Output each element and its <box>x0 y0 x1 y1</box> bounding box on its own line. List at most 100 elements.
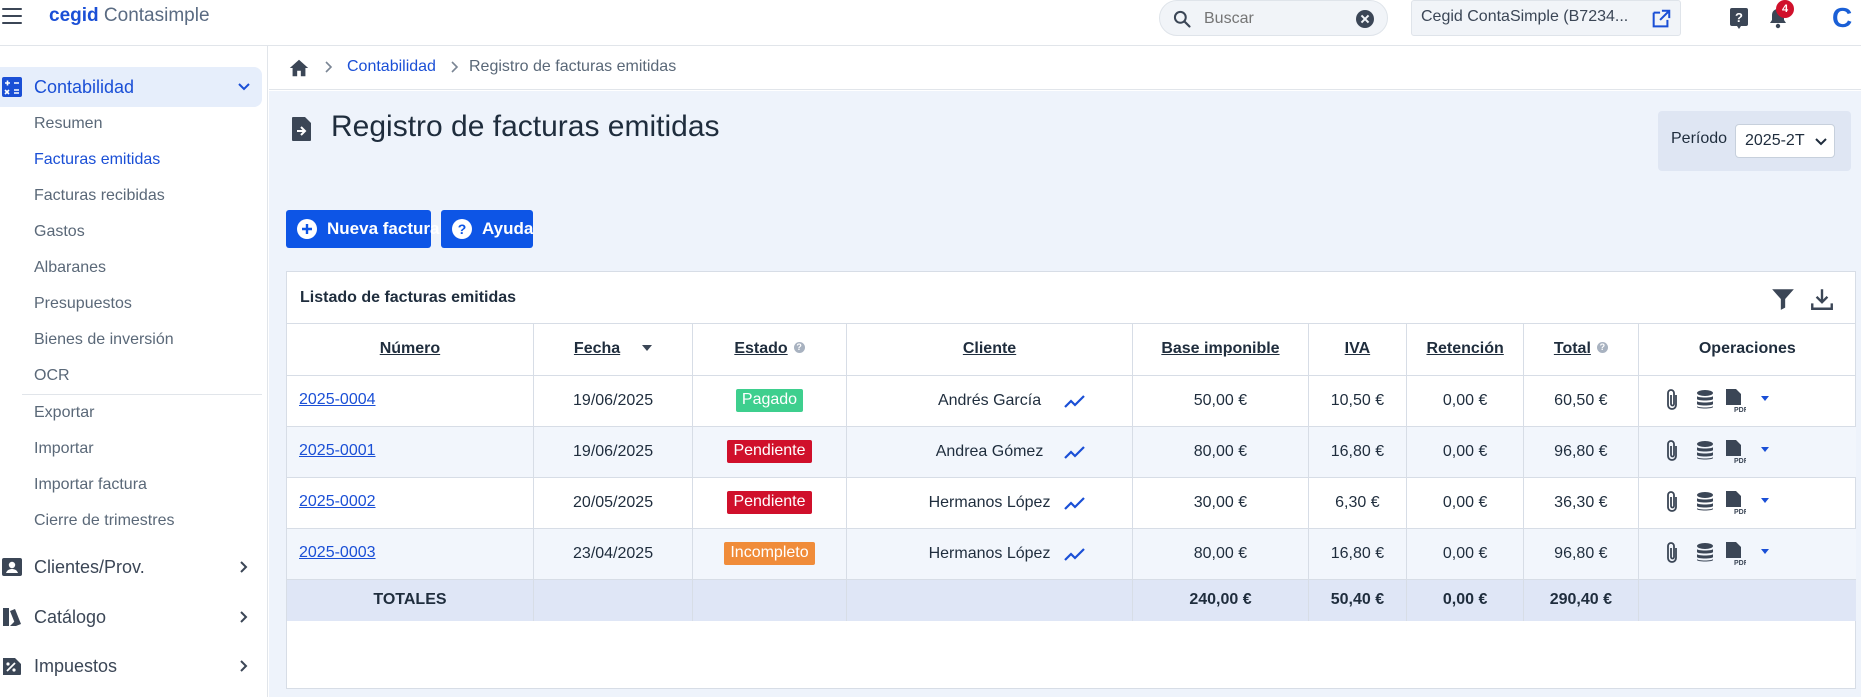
header-operaciones: Operaciones <box>1638 324 1856 376</box>
invoice-number-link[interactable]: 2025-0001 <box>299 442 376 460</box>
pdf-icon[interactable]: PDF <box>1724 490 1746 516</box>
sidebar-item-bienes-inversion[interactable]: Bienes de inversión <box>34 331 174 349</box>
help-button[interactable]: ? Ayuda <box>441 210 533 248</box>
invoice-number-link[interactable]: 2025-0002 <box>299 493 376 511</box>
sidebar-divider <box>22 394 262 395</box>
header-total[interactable]: Total? <box>1523 324 1639 376</box>
app-switcher-icon[interactable]: C <box>1832 2 1852 34</box>
totals-total: 290,40 € <box>1523 579 1639 621</box>
search-input[interactable] <box>1204 8 1344 30</box>
cell-total: 60,50 € <box>1523 375 1639 427</box>
header-retencion[interactable]: Retención <box>1406 324 1525 376</box>
sidebar-section-contabilidad[interactable]: Contabilidad <box>0 67 262 107</box>
sidebar-item-ocr[interactable]: OCR <box>34 367 70 385</box>
periodo-select[interactable]: 2025-2T <box>1735 124 1835 158</box>
periodo-filter: Período 2025-2T <box>1658 111 1851 171</box>
cell-iva: 16,80 € <box>1308 426 1408 478</box>
trend-chart-icon[interactable] <box>1063 392 1086 410</box>
database-icon[interactable] <box>1693 490 1717 514</box>
sidebar-item-facturas-emitidas[interactable]: Facturas emitidas <box>34 151 160 169</box>
cell-numero: 2025-0004 <box>287 375 534 427</box>
header-fecha[interactable]: Fecha <box>533 324 694 376</box>
info-icon[interactable]: ? <box>793 342 805 354</box>
sidebar-item-resumen[interactable]: Resumen <box>34 115 102 133</box>
breadcrumb: Contabilidad Registro de facturas emitid… <box>269 46 1861 90</box>
attachment-icon[interactable] <box>1664 388 1680 412</box>
invoice-number-link[interactable]: 2025-0004 <box>299 391 376 409</box>
cell-retencion: 0,00 € <box>1406 375 1525 427</box>
status-badge: Incompleto <box>724 542 815 565</box>
trend-chart-icon[interactable] <box>1063 443 1086 461</box>
svg-text:PDF: PDF <box>1734 407 1746 414</box>
cell-fecha: 19/06/2025 <box>533 426 694 478</box>
pdf-icon[interactable]: PDF <box>1724 388 1746 414</box>
caret-down-icon[interactable] <box>1760 446 1770 454</box>
sidebar-item-albaranes[interactable]: Albaranes <box>34 259 106 277</box>
cell-iva: 6,30 € <box>1308 477 1408 529</box>
header-numero[interactable]: Número <box>287 324 534 376</box>
help-icon[interactable]: ? <box>1727 6 1751 30</box>
pdf-icon[interactable]: PDF <box>1724 439 1746 465</box>
attachment-icon[interactable] <box>1664 541 1680 565</box>
attachment-icon[interactable] <box>1664 439 1680 463</box>
database-icon[interactable] <box>1693 439 1717 463</box>
cell-total: 36,30 € <box>1523 477 1639 529</box>
chevron-down-icon <box>1815 138 1827 146</box>
header-iva[interactable]: IVA <box>1308 324 1408 376</box>
sidebar-item-importar-factura[interactable]: Importar factura <box>34 476 147 494</box>
sidebar-item-exportar[interactable]: Exportar <box>34 404 94 422</box>
trend-chart-icon[interactable] <box>1063 545 1086 563</box>
question-circle-icon: ? <box>452 219 472 239</box>
header-cliente[interactable]: Cliente <box>846 324 1134 376</box>
search-box <box>1159 0 1388 36</box>
sidebar-section-clientes[interactable]: Clientes/Prov. <box>0 547 262 587</box>
chevron-right-icon <box>325 61 333 73</box>
database-icon[interactable] <box>1693 541 1717 565</box>
chevron-down-icon <box>238 83 250 91</box>
cell-fecha: 19/06/2025 <box>533 375 694 427</box>
sidebar-item-cierre-trimestres[interactable]: Cierre de trimestres <box>34 512 174 530</box>
clear-search-icon[interactable] <box>1356 10 1374 28</box>
cell-numero: 2025-0003 <box>287 528 534 580</box>
caret-down-icon[interactable] <box>1760 497 1770 505</box>
sidebar-item-importar[interactable]: Importar <box>34 440 94 458</box>
catalog-icon <box>3 608 21 626</box>
sidebar-item-gastos[interactable]: Gastos <box>34 223 85 241</box>
attachment-icon[interactable] <box>1664 490 1680 514</box>
sidebar-item-presupuestos[interactable]: Presupuestos <box>34 295 132 313</box>
download-icon[interactable] <box>1809 286 1835 312</box>
company-selector[interactable]: Cegid ContaSimple (B7234... <box>1411 0 1681 36</box>
cell-retencion: 0,00 € <box>1406 426 1525 478</box>
svg-text:PDF: PDF <box>1734 560 1746 567</box>
header-estado[interactable]: Estado? <box>692 324 847 376</box>
sidebar-item-facturas-recibidas[interactable]: Facturas recibidas <box>34 187 165 205</box>
cell-retencion: 0,00 € <box>1406 528 1525 580</box>
header-base[interactable]: Base imponible <box>1132 324 1309 376</box>
filter-icon[interactable] <box>1770 286 1796 312</box>
chevron-right-icon <box>240 611 248 623</box>
cell-estado: Pendiente <box>692 426 847 478</box>
external-link-icon[interactable] <box>1650 8 1672 30</box>
caret-down-icon[interactable] <box>1760 395 1770 403</box>
home-icon[interactable] <box>288 57 310 79</box>
caret-down-icon[interactable] <box>1760 548 1770 556</box>
breadcrumb-contabilidad[interactable]: Contabilidad <box>347 58 436 76</box>
table-row: 2025-0001 19/06/2025 Pendiente Andrea Gómez… <box>287 426 1856 478</box>
invoice-number-link[interactable]: 2025-0003 <box>299 544 376 562</box>
cell-estado: Incompleto <box>692 528 847 580</box>
brand-logo[interactable]: cegid Contasimple <box>49 5 210 27</box>
trend-chart-icon[interactable] <box>1063 494 1086 512</box>
row-actions: PDF <box>1657 490 1777 516</box>
sidebar-section-catalogo[interactable]: Catálogo <box>0 597 262 637</box>
sidebar-section-impuestos[interactable]: Impuestos <box>0 646 262 686</box>
cell-estado: Pagado <box>692 375 847 427</box>
notification-badge: 4 <box>1776 0 1794 18</box>
info-icon[interactable]: ? <box>1596 342 1608 354</box>
plus-circle-icon <box>297 219 317 239</box>
database-icon[interactable] <box>1693 388 1717 412</box>
menu-icon[interactable] <box>2 8 22 26</box>
cell-cliente: Andrea Gómez <box>846 426 1134 478</box>
pdf-icon[interactable]: PDF <box>1724 541 1746 567</box>
new-invoice-button[interactable]: Nueva factura <box>286 210 439 248</box>
svg-text:?: ? <box>458 221 467 237</box>
